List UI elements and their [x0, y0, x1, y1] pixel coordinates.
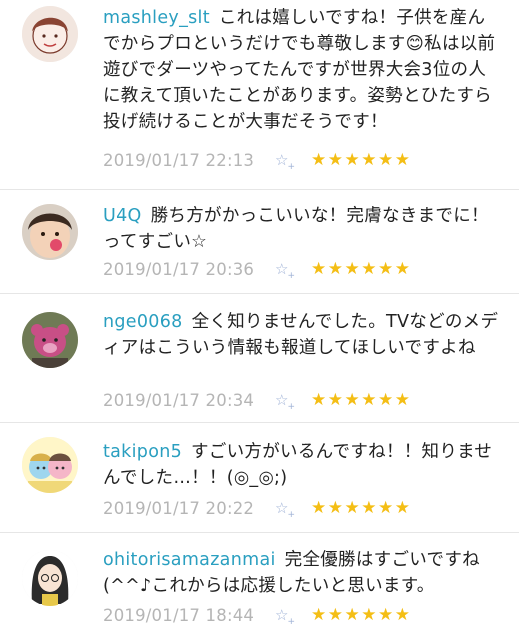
plus-icon: + — [287, 510, 295, 520]
comment-text: mashley_slt これは嬉しいですね！子供を産んでからプロというだけでも尊敬… — [103, 5, 499, 135]
timestamp: 2019/01/17 22:13 — [103, 150, 255, 170]
comment-item: nge0068 全く知りませんでした。TVなどのメディアはこういう情報も報道してほ… — [0, 294, 519, 423]
plus-icon: + — [287, 162, 295, 172]
username-link[interactable]: nge0068 — [103, 312, 183, 332]
comment-text: U4Q 勝ち方がかっこいいな！完膚なきまでに！ってすごい☆ — [103, 203, 499, 255]
avatar[interactable] — [22, 6, 78, 62]
avatar-child-photo-icon — [22, 204, 78, 260]
timestamp: 2019/01/17 20:34 — [103, 390, 255, 410]
comment-item: takipon5 すごい方がいるんですね！！知りませんでした…！！(◎_◎;) 2… — [0, 423, 519, 533]
comment-item: ohitorisamazanmai 完全優勝はすごいですね(^^♪これからは応援し… — [0, 533, 519, 640]
avatar[interactable] — [22, 312, 78, 368]
rating-stars: ★★★★★★ — [311, 498, 412, 518]
comment-meta: 2019/01/17 20:34 ☆+ ★★★★★★ — [103, 389, 412, 412]
favorite-add-button[interactable]: ☆+ — [275, 606, 311, 627]
comment-body: 勝ち方がかっこいいな！完膚なきまでに！ってすごい☆ — [103, 206, 489, 252]
comment-text: ohitorisamazanmai 完全優勝はすごいですね(^^♪これからは応援し… — [103, 547, 499, 599]
plus-icon: + — [287, 271, 295, 281]
avatar[interactable] — [22, 437, 78, 493]
username-link[interactable]: takipon5 — [103, 442, 182, 462]
favorite-add-button[interactable]: ☆+ — [275, 151, 311, 172]
comment-item: U4Q 勝ち方がかっこいいな！完膚なきまでに！ってすごい☆ 2019/01/17 … — [0, 190, 519, 294]
rating-stars: ★★★★★★ — [311, 605, 412, 625]
avatar-glasses-girl-icon — [22, 550, 78, 606]
timestamp: 2019/01/17 20:36 — [103, 259, 255, 279]
avatar[interactable] — [22, 204, 78, 260]
comment-text: takipon5 すごい方がいるんですね！！知りませんでした…！！(◎_◎;) — [103, 439, 499, 491]
avatar-illustration-icon — [22, 6, 78, 62]
username-link[interactable]: ohitorisamazanmai — [103, 550, 276, 570]
rating-stars: ★★★★★★ — [311, 259, 412, 279]
rating-stars: ★★★★★★ — [311, 390, 412, 410]
plus-icon: + — [287, 617, 295, 627]
avatar[interactable] — [22, 550, 78, 606]
timestamp: 2019/01/17 20:22 — [103, 498, 255, 518]
comment-meta: 2019/01/17 22:13 ☆+ ★★★★★★ — [103, 149, 412, 172]
username-link[interactable]: mashley_slt — [103, 8, 210, 28]
comment-meta: 2019/01/17 20:22 ☆+ ★★★★★★ — [103, 497, 412, 520]
avatar-bear-toy-icon — [22, 312, 78, 368]
favorite-add-button[interactable]: ☆+ — [275, 499, 311, 520]
comment-item: mashley_slt これは嬉しいですね！子供を産んでからプロというだけでも尊敬… — [0, 0, 519, 190]
favorite-add-button[interactable]: ☆+ — [275, 391, 311, 412]
rating-stars: ★★★★★★ — [311, 150, 412, 170]
comment-text: nge0068 全く知りませんでした。TVなどのメディアはこういう情報も報道してほ… — [103, 309, 499, 361]
plus-icon: + — [287, 402, 295, 412]
avatar-cartoon-couple-icon — [22, 437, 78, 493]
timestamp: 2019/01/17 18:44 — [103, 605, 255, 625]
comment-meta: 2019/01/17 18:44 ☆+ ★★★★★★ — [103, 604, 412, 627]
comment-meta: 2019/01/17 20:36 ☆+ ★★★★★★ — [103, 258, 412, 281]
favorite-add-button[interactable]: ☆+ — [275, 260, 311, 281]
username-link[interactable]: U4Q — [103, 206, 142, 226]
